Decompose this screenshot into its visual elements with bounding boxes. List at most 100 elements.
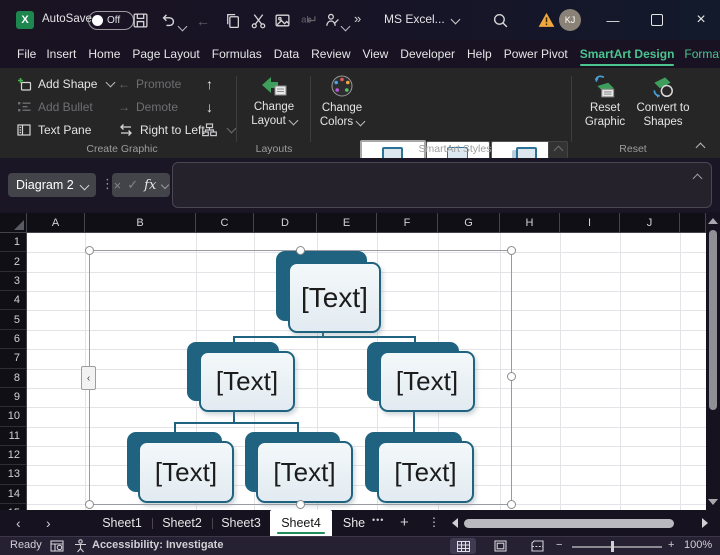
tab-power-pivot[interactable]: Power Pivot xyxy=(499,40,573,68)
tab-formulas[interactable]: Formulas xyxy=(207,40,267,68)
resize-handle-bottom-center[interactable] xyxy=(296,500,305,509)
resize-handle-bottom-right[interactable] xyxy=(507,500,516,509)
row-header-2[interactable]: 2 xyxy=(0,252,27,271)
next-sheet-icon[interactable]: › xyxy=(46,516,51,530)
ink-dropdown-icon[interactable] xyxy=(341,22,351,32)
column-header-H[interactable]: H xyxy=(500,213,560,233)
reset-graphic-button[interactable]: Reset Graphic xyxy=(577,73,633,130)
move-up-button[interactable]: ↑ xyxy=(206,74,213,94)
column-header-E[interactable]: E xyxy=(317,213,377,233)
document-title[interactable]: MS Excel... xyxy=(384,12,459,26)
row-header-5[interactable]: 5 xyxy=(0,310,27,329)
add-sheet-button[interactable]: + xyxy=(400,514,409,531)
row-header-14[interactable]: 14 xyxy=(0,485,27,504)
right-to-left-button[interactable]: Right to Left xyxy=(118,120,205,140)
prev-sheet-icon[interactable]: ‹ xyxy=(16,516,21,530)
name-box[interactable]: Diagram 2 xyxy=(8,173,96,197)
tab-smartart-design[interactable]: SmartArt Design xyxy=(575,40,680,68)
tab-review[interactable]: Review xyxy=(306,40,355,68)
undo-icon[interactable] xyxy=(159,12,176,29)
macro-record-icon[interactable] xyxy=(50,540,64,552)
sheet-tab-sheet4-active[interactable]: Sheet4 xyxy=(270,510,332,536)
sheet-tab-partial[interactable]: She xyxy=(340,510,368,536)
tab-insert[interactable]: Insert xyxy=(41,40,81,68)
zoom-level[interactable]: 100% xyxy=(684,539,712,551)
search-icon[interactable] xyxy=(492,12,509,29)
move-down-button[interactable]: ↓ xyxy=(206,97,213,117)
resize-handle-middle-right[interactable] xyxy=(507,372,516,381)
cut-scissors-icon[interactable] xyxy=(250,12,267,29)
column-header-B[interactable]: B xyxy=(85,213,196,233)
warning-icon[interactable] xyxy=(538,12,555,28)
tab-page-layout[interactable]: Page Layout xyxy=(127,40,204,68)
org-chart-layout-button[interactable] xyxy=(201,120,235,140)
column-header-G[interactable]: G xyxy=(438,213,500,233)
column-header-J[interactable]: J xyxy=(620,213,680,233)
picture-icon[interactable] xyxy=(274,12,291,29)
hscroll-right-icon[interactable] xyxy=(702,518,708,528)
zoom-slider-thumb[interactable] xyxy=(611,541,614,552)
maximize-button[interactable] xyxy=(640,0,674,40)
row-header-3[interactable]: 3 xyxy=(0,272,27,291)
change-layout-button[interactable]: Change Layout xyxy=(244,74,304,129)
zoom-slider-track[interactable] xyxy=(572,546,662,548)
scroll-up-icon[interactable] xyxy=(708,218,718,224)
collapse-ribbon-button[interactable] xyxy=(697,138,704,156)
copy-icon[interactable] xyxy=(224,12,241,29)
insert-function-button[interactable]: fx xyxy=(144,178,156,193)
tab-file[interactable]: File xyxy=(12,40,41,68)
hscroll-left-icon[interactable] xyxy=(452,518,458,528)
scroll-down-icon[interactable] xyxy=(708,499,718,505)
tab-home[interactable]: Home xyxy=(83,40,125,68)
excel-logo-icon[interactable]: X xyxy=(16,11,34,29)
row-header-9[interactable]: 9 xyxy=(0,388,27,407)
normal-view-button[interactable] xyxy=(450,538,476,554)
zoom-in-button[interactable]: + xyxy=(668,539,674,551)
sheet-tab-sheet2[interactable]: Sheet2 xyxy=(158,510,206,536)
row-header-10[interactable]: 10 xyxy=(0,407,27,426)
column-header-C[interactable]: C xyxy=(196,213,254,233)
minimize-button[interactable]: — xyxy=(596,0,630,40)
accessibility-icon[interactable] xyxy=(74,539,87,553)
vertical-scrollbar[interactable] xyxy=(706,213,720,510)
resize-handle-top-right[interactable] xyxy=(507,246,516,255)
text-pane-expand-button[interactable]: ‹ xyxy=(81,366,96,390)
tab-format[interactable]: Format xyxy=(679,40,720,68)
undo-dropdown-icon[interactable] xyxy=(178,22,188,32)
row-header-7[interactable]: 7 xyxy=(0,349,27,368)
row-header-11[interactable]: 11 xyxy=(0,427,27,446)
tab-developer[interactable]: Developer xyxy=(395,40,460,68)
row-header-6[interactable]: 6 xyxy=(0,330,27,349)
page-layout-view-button[interactable] xyxy=(487,538,513,554)
add-shape-button[interactable]: Add Shape xyxy=(16,74,114,94)
vertical-scroll-thumb[interactable] xyxy=(709,230,717,410)
accessibility-status[interactable]: Accessibility: Investigate xyxy=(92,539,223,551)
smartart-selection-frame[interactable] xyxy=(89,250,512,505)
row-header-13[interactable]: 13 xyxy=(0,465,27,484)
column-header-I[interactable]: I xyxy=(560,213,620,233)
horizontal-scroll-thumb[interactable] xyxy=(464,519,674,528)
column-header-D[interactable]: D xyxy=(254,213,317,233)
column-header-partial[interactable] xyxy=(680,213,706,233)
close-button[interactable]: × xyxy=(684,0,718,40)
column-header-A[interactable]: A xyxy=(27,213,85,233)
sheet-tab-sheet1[interactable]: Sheet1 xyxy=(98,510,146,536)
collapse-formula-bar-button[interactable] xyxy=(694,171,701,185)
page-break-view-button[interactable] xyxy=(524,538,550,554)
row-header-4[interactable]: 4 xyxy=(0,291,27,310)
convert-to-shapes-button[interactable]: Convert to Shapes xyxy=(634,73,692,130)
row-header-8[interactable]: 8 xyxy=(0,369,27,388)
more-sheets-icon[interactable]: ••• xyxy=(372,515,384,525)
change-colors-button[interactable]: Change Colors xyxy=(312,73,372,130)
resize-handle-top-center[interactable] xyxy=(296,246,305,255)
zoom-out-button[interactable]: − xyxy=(556,539,562,551)
column-header-F[interactable]: F xyxy=(377,213,438,233)
sheet-menu-icon[interactable]: ⋮ xyxy=(428,515,440,529)
resize-handle-top-left[interactable] xyxy=(85,246,94,255)
tab-view[interactable]: View xyxy=(358,40,394,68)
user-avatar[interactable]: KJ xyxy=(559,9,581,31)
ink-person-icon[interactable] xyxy=(323,12,340,29)
tab-help[interactable]: Help xyxy=(462,40,497,68)
save-icon[interactable] xyxy=(132,12,149,29)
row-header-1[interactable]: 1 xyxy=(0,233,27,252)
